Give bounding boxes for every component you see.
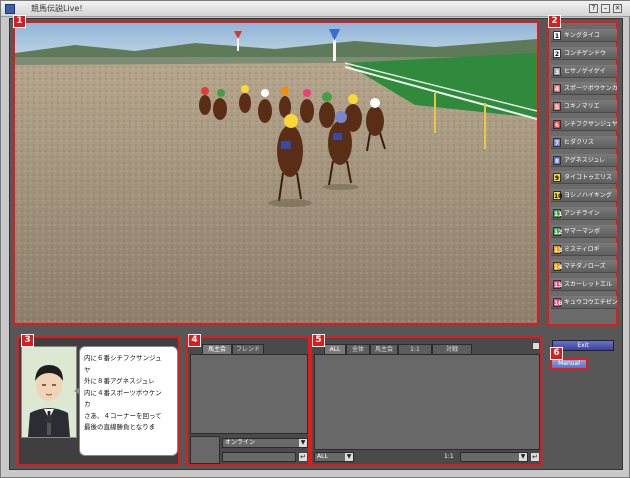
app-window: 競馬伝説Live! ? – × 1 1 キングタイコ 2 コンチゲンドウ 3 ヒ… (0, 0, 630, 478)
horse-number-badge: 15 (553, 280, 563, 290)
horse-number-badge: 6 (553, 120, 561, 129)
horse-row[interactable]: 3 ヒサノゲイゲイ (551, 64, 617, 78)
horse-name: シチフクサンジュヤ (564, 121, 618, 128)
horse-row[interactable]: 13 ミスティロギ (551, 242, 617, 256)
horse-name: マチダノローズ (564, 263, 606, 271)
commentary-line: カ (84, 400, 91, 408)
friends-input[interactable] (222, 452, 296, 462)
horse-number-badge: 14 (553, 262, 563, 272)
horse-name: タイコトゥエリス (564, 174, 613, 182)
horse-number-badge: 2 (553, 48, 561, 58)
horse-number-badge: 8 (553, 155, 561, 165)
send-icon[interactable]: ↵ (530, 452, 540, 462)
friends-panel: 馬主会 フレンド オンライン ▼ ↵ (186, 336, 310, 466)
horse-row[interactable]: 10 ヨシノハイキング (551, 189, 617, 203)
horse-number-badge: 3 (553, 66, 561, 76)
help-button[interactable]: ? (589, 4, 598, 13)
horse-row[interactable]: 4 スポーツボウケンカ (551, 82, 618, 96)
horse-row[interactable]: 14 マチダノローズ (551, 260, 617, 274)
chat-target-label: 1:1 (444, 453, 454, 460)
tab-chat-private[interactable]: 1:1 (398, 344, 432, 354)
chevron-down-icon[interactable]: ▼ (299, 439, 307, 447)
horse-row[interactable]: 15 スカーレットエル (551, 278, 617, 292)
horse-row[interactable]: 11 アンチライン (551, 207, 617, 220)
horse-row[interactable]: 7 ヒダクリス (551, 135, 617, 149)
status-value: オンライン (225, 439, 256, 446)
minimize-button[interactable]: – (601, 4, 610, 13)
window-title: 競馬伝説Live! (31, 4, 83, 13)
chat-panel: ALL 全体 馬主会 1:1 対戦 ALL ▼ 1:1 ▼ ↵ (310, 336, 542, 466)
horse-name: キュウコウエチゼン (564, 299, 618, 306)
horse-number-badge: 10 (553, 191, 563, 201)
horse-row[interactable]: 12 サマーマンボ (551, 224, 617, 238)
tab-chat-all[interactable]: ALL (324, 344, 346, 354)
commentary-line: ヤ (84, 365, 91, 374)
horse-number-badge: 11 (553, 209, 563, 218)
horse-name: ヨシノハイキング (564, 192, 612, 200)
tab-chat-general[interactable]: 全体 (346, 344, 370, 354)
commentary-line: 内に６番シチフクサンジュ (84, 354, 162, 362)
horse-row[interactable]: 16 キュウコウエチゼン (551, 296, 618, 309)
commentator-panel: 内に６番シチフクサンジュ ヤ 外に８番アグネスジュレ 内に４番スポーツボウケン … (17, 336, 180, 466)
friend-avatar-slot (190, 436, 220, 464)
tab-friends[interactable]: フレンド (232, 344, 264, 354)
horse-number-badge: 9 (553, 173, 561, 183)
horse-name: サマーマンボ (564, 227, 601, 235)
panel-badge-6: 6 (550, 347, 563, 360)
horse-number-badge: 13 (553, 244, 563, 254)
app-icon (5, 4, 15, 14)
horse-name: キングタイコ (564, 32, 600, 39)
panel-badge-2: 2 (548, 15, 561, 28)
enter-icon[interactable]: ↵ (298, 452, 308, 462)
horse-number-badge: 16 (553, 298, 563, 307)
tab-chat-owners-club[interactable]: 馬主会 (370, 344, 398, 354)
tab-owners-club[interactable]: 馬主会 (202, 344, 232, 354)
commentary-line: 外に８番アグネスジュレ (84, 377, 155, 385)
panel-badge-1: 1 (13, 15, 26, 28)
race-scene (15, 23, 537, 323)
title-bar: 競馬伝説Live! ? – × (1, 1, 630, 17)
horse-number-badge: 5 (553, 102, 561, 112)
horse-name: スカーレットエル (564, 281, 613, 289)
horse-row[interactable]: 2 コンチゲンドウ (551, 46, 617, 60)
horse-row[interactable]: 5 ユキノマリエ (551, 100, 617, 114)
commentator-avatar (21, 346, 77, 438)
horse-name: スポーツボウケンカ (564, 85, 618, 93)
chat-scroll-up-icon[interactable] (532, 342, 540, 350)
channel-dropdown[interactable]: ALL ▼ (314, 452, 354, 462)
close-button[interactable]: × (613, 4, 622, 13)
panel-badge-4: 4 (188, 334, 201, 347)
channel-value: ALL (317, 453, 328, 460)
commentary-line: 最後の直線勝負となりま (84, 423, 156, 431)
horse-row[interactable]: 9 タイコトゥエリス (551, 171, 617, 185)
friends-list (190, 354, 308, 434)
status-dropdown[interactable]: オンライン ▼ (222, 438, 308, 448)
horse-name: ヒサノゲイゲイ (564, 67, 606, 75)
commentary-line: さあ、４コーナーを回って (84, 411, 162, 420)
horse-name: アグネスジュレ (564, 156, 606, 164)
chevron-down-icon[interactable]: ▼ (345, 453, 353, 461)
horse-name: ヒダクリス (564, 138, 595, 146)
panel-badge-5: 5 (312, 334, 325, 347)
horse-row[interactable]: 1 キングタイコ (551, 29, 617, 42)
horse-number-badge: 1 (553, 31, 561, 40)
chevron-down-icon[interactable]: ▼ (519, 453, 527, 461)
horse-name: ミスティロギ (564, 245, 600, 253)
horse-list: 1 キングタイコ 2 コンチゲンドウ 3 ヒサノゲイゲイ 4 スポーツボウケンカ 5 ユキノマリエ… (547, 21, 618, 326)
race-view[interactable] (13, 21, 539, 325)
horse-name: アンチライン (564, 210, 600, 217)
panel-badge-3: 3 (21, 334, 34, 347)
chat-target-dropdown[interactable]: ▼ (460, 452, 528, 462)
horse-name: ユキノマリエ (564, 103, 600, 111)
horse-name: コンチゲンドウ (564, 49, 607, 57)
horse-number-badge: 12 (553, 226, 563, 236)
chat-log (314, 354, 540, 450)
horse-row[interactable]: 8 アグネスジュレ (551, 153, 617, 167)
horse-row[interactable]: 6 シチフクサンジュヤ (551, 118, 618, 131)
tab-chat-versus[interactable]: 対戦 (432, 344, 472, 354)
horse-number-badge: 7 (553, 137, 561, 147)
commentary-line: 内に４番スポーツボウケン (84, 388, 162, 397)
commentary-bubble: 内に６番シチフクサンジュ ヤ 外に８番アグネスジュレ 内に４番スポーツボウケン … (74, 346, 178, 456)
horse-number-badge: 4 (553, 84, 561, 94)
